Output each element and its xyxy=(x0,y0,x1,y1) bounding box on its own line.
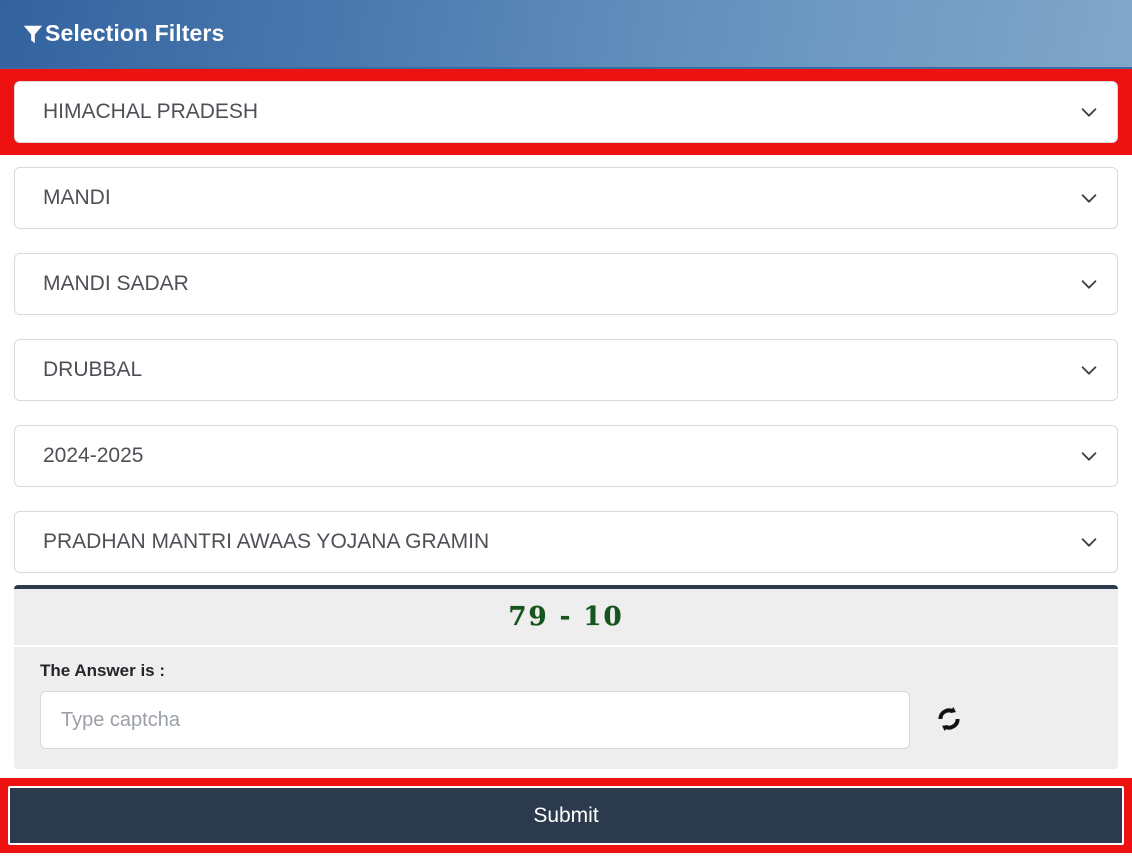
selection-filters-form: HIMACHAL PRADESH MANDI MANDI SADAR DRUBB… xyxy=(0,69,1132,853)
captcha-challenge-row: 79 - 10 xyxy=(14,589,1118,647)
filter-row-block: MANDI SADAR xyxy=(0,241,1132,327)
select-financial-year-value: 2024-2025 xyxy=(43,444,144,467)
submit-button[interactable]: Submit xyxy=(8,786,1124,845)
select-block-value: MANDI SADAR xyxy=(43,272,189,295)
page-title: Selection Filters xyxy=(45,20,225,46)
captcha-challenge-text: 79 - 10 xyxy=(508,602,624,632)
filter-row-financial-year: 2024-2025 xyxy=(0,413,1132,499)
funnel-icon xyxy=(22,23,44,45)
select-scheme[interactable]: PRADHAN MANTRI AWAAS YOJANA GRAMIN xyxy=(14,511,1118,573)
chevron-down-icon xyxy=(1078,445,1100,467)
captcha-answer-label: The Answer is : xyxy=(40,661,166,680)
refresh-icon xyxy=(934,704,964,737)
captcha-refresh-button[interactable] xyxy=(932,703,966,737)
select-scheme-value: PRADHAN MANTRI AWAAS YOJANA GRAMIN xyxy=(43,530,490,553)
filter-row-panchayat: DRUBBAL xyxy=(0,327,1132,413)
select-block[interactable]: MANDI SADAR xyxy=(14,253,1118,315)
select-state[interactable]: HIMACHAL PRADESH xyxy=(14,81,1118,143)
select-district-value: MANDI xyxy=(43,186,111,209)
captcha-section: 79 - 10 The Answer is : xyxy=(0,585,1132,769)
select-financial-year[interactable]: 2024-2025 xyxy=(14,425,1118,487)
captcha-answer-row: The Answer is : xyxy=(14,647,1118,769)
chevron-down-icon xyxy=(1078,101,1100,123)
chevron-down-icon xyxy=(1078,273,1100,295)
filter-row-scheme: PRADHAN MANTRI AWAAS YOJANA GRAMIN xyxy=(0,499,1132,585)
filter-row-district: MANDI xyxy=(0,155,1132,241)
app-header: Selection Filters xyxy=(0,0,1132,69)
chevron-down-icon xyxy=(1078,187,1100,209)
select-panchayat[interactable]: DRUBBAL xyxy=(14,339,1118,401)
chevron-down-icon xyxy=(1078,531,1100,553)
select-panchayat-value: DRUBBAL xyxy=(43,358,143,381)
submit-row: Submit xyxy=(0,778,1132,853)
captcha-answer-line xyxy=(40,691,1092,749)
filter-row-state: HIMACHAL PRADESH xyxy=(0,69,1132,155)
captcha-input[interactable] xyxy=(40,691,910,749)
captcha-panel: 79 - 10 The Answer is : xyxy=(14,585,1118,769)
chevron-down-icon xyxy=(1078,359,1100,381)
select-district[interactable]: MANDI xyxy=(14,167,1118,229)
select-state-value: HIMACHAL PRADESH xyxy=(43,100,259,123)
